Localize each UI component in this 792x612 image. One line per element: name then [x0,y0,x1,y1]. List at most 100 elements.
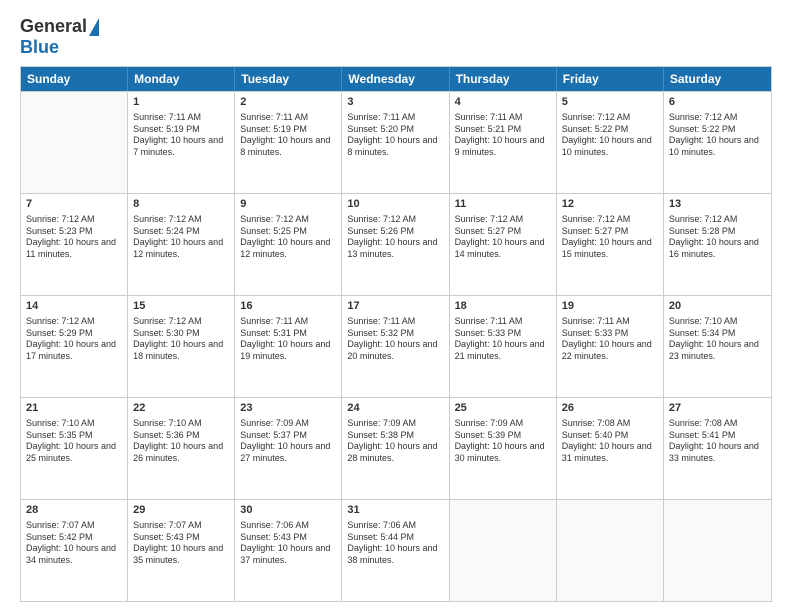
calendar-cell [450,500,557,601]
day-info: Sunrise: 7:11 AMSunset: 5:21 PMDaylight:… [455,112,551,159]
header-day-thursday: Thursday [450,67,557,91]
logo-icon [89,18,99,36]
day-info: Sunrise: 7:11 AMSunset: 5:31 PMDaylight:… [240,316,336,363]
day-number: 24 [347,401,443,416]
header-day-saturday: Saturday [664,67,771,91]
calendar-cell: 6 Sunrise: 7:12 AMSunset: 5:22 PMDaylight… [664,92,771,193]
day-info: Sunrise: 7:10 AMSunset: 5:36 PMDaylight:… [133,418,229,465]
day-info: Sunrise: 7:11 AMSunset: 5:20 PMDaylight:… [347,112,443,159]
calendar-cell: 2 Sunrise: 7:11 AMSunset: 5:19 PMDaylight… [235,92,342,193]
day-info: Sunrise: 7:12 AMSunset: 5:25 PMDaylight:… [240,214,336,261]
day-info: Sunrise: 7:11 AMSunset: 5:33 PMDaylight:… [562,316,658,363]
calendar-cell: 20Sunrise: 7:10 AMSunset: 5:34 PMDayligh… [664,296,771,397]
day-info: Sunrise: 7:09 AMSunset: 5:39 PMDaylight:… [455,418,551,465]
day-number: 1 [133,95,229,110]
calendar-cell: 16 Sunrise: 7:11 AMSunset: 5:31 PMDayligh… [235,296,342,397]
day-info: Sunrise: 7:06 AMSunset: 5:44 PMDaylight:… [347,520,443,567]
calendar-cell: 7 Sunrise: 7:12 AMSunset: 5:23 PMDaylight… [21,194,128,295]
day-info: Sunrise: 7:10 AMSunset: 5:34 PMDaylight:… [669,316,766,363]
day-info: Sunrise: 7:09 AMSunset: 5:37 PMDaylight:… [240,418,336,465]
calendar-cell: 4 Sunrise: 7:11 AMSunset: 5:21 PMDaylight… [450,92,557,193]
day-number: 10 [347,197,443,212]
day-info: Sunrise: 7:07 AMSunset: 5:43 PMDaylight:… [133,520,229,567]
header-day-wednesday: Wednesday [342,67,449,91]
day-number: 8 [133,197,229,212]
calendar-cell: 19 Sunrise: 7:11 AMSunset: 5:33 PMDayligh… [557,296,664,397]
calendar-cell: 9 Sunrise: 7:12 AMSunset: 5:25 PMDaylight… [235,194,342,295]
day-number: 4 [455,95,551,110]
day-number: 30 [240,503,336,518]
day-info: Sunrise: 7:07 AMSunset: 5:42 PMDaylight:… [26,520,122,567]
day-info: Sunrise: 7:12 AMSunset: 5:27 PMDaylight:… [562,214,658,261]
day-number: 9 [240,197,336,212]
page: General Blue SundayMondayTuesdayWednesda… [0,0,792,612]
day-info: Sunrise: 7:11 AMSunset: 5:19 PMDaylight:… [240,112,336,159]
header-day-friday: Friday [557,67,664,91]
calendar-week-5: 28Sunrise: 7:07 AMSunset: 5:42 PMDayligh… [21,499,771,601]
day-number: 29 [133,503,229,518]
calendar-cell: 27Sunrise: 7:08 AMSunset: 5:41 PMDayligh… [664,398,771,499]
calendar-cell: 28Sunrise: 7:07 AMSunset: 5:42 PMDayligh… [21,500,128,601]
day-info: Sunrise: 7:12 AMSunset: 5:22 PMDaylight:… [669,112,766,159]
header: General Blue [20,16,772,58]
day-info: Sunrise: 7:11 AMSunset: 5:19 PMDaylight:… [133,112,229,159]
day-info: Sunrise: 7:12 AMSunset: 5:29 PMDaylight:… [26,316,122,363]
calendar-week-2: 7 Sunrise: 7:12 AMSunset: 5:23 PMDaylight… [21,193,771,295]
logo: General Blue [20,16,99,58]
day-number: 17 [347,299,443,314]
day-number: 14 [26,299,122,314]
day-number: 18 [455,299,551,314]
day-number: 7 [26,197,122,212]
header-day-tuesday: Tuesday [235,67,342,91]
day-info: Sunrise: 7:06 AMSunset: 5:43 PMDaylight:… [240,520,336,567]
calendar-cell: 10 Sunrise: 7:12 AMSunset: 5:26 PMDayligh… [342,194,449,295]
calendar-cell: 5Sunrise: 7:12 AMSunset: 5:22 PMDaylight… [557,92,664,193]
day-number: 11 [455,197,551,212]
day-number: 21 [26,401,122,416]
day-number: 23 [240,401,336,416]
calendar-cell: 12 Sunrise: 7:12 AMSunset: 5:27 PMDayligh… [557,194,664,295]
day-info: Sunrise: 7:12 AMSunset: 5:28 PMDaylight:… [669,214,766,261]
calendar-cell: 24Sunrise: 7:09 AMSunset: 5:38 PMDayligh… [342,398,449,499]
calendar-cell: 17Sunrise: 7:11 AMSunset: 5:32 PMDayligh… [342,296,449,397]
day-info: Sunrise: 7:12 AMSunset: 5:30 PMDaylight:… [133,316,229,363]
day-info: Sunrise: 7:12 AMSunset: 5:26 PMDaylight:… [347,214,443,261]
calendar-cell: 25 Sunrise: 7:09 AMSunset: 5:39 PMDayligh… [450,398,557,499]
day-number: 13 [669,197,766,212]
day-number: 19 [562,299,658,314]
calendar-cell: 29 Sunrise: 7:07 AMSunset: 5:43 PMDayligh… [128,500,235,601]
calendar-cell [21,92,128,193]
calendar-cell: 22 Sunrise: 7:10 AMSunset: 5:36 PMDayligh… [128,398,235,499]
calendar-cell: 23 Sunrise: 7:09 AMSunset: 5:37 PMDayligh… [235,398,342,499]
day-info: Sunrise: 7:12 AMSunset: 5:27 PMDaylight:… [455,214,551,261]
calendar-cell [664,500,771,601]
day-info: Sunrise: 7:08 AMSunset: 5:40 PMDaylight:… [562,418,658,465]
day-number: 31 [347,503,443,518]
day-number: 2 [240,95,336,110]
calendar-cell: 21Sunrise: 7:10 AMSunset: 5:35 PMDayligh… [21,398,128,499]
header-day-sunday: Sunday [21,67,128,91]
calendar-week-1: 1 Sunrise: 7:11 AMSunset: 5:19 PMDaylight… [21,91,771,193]
day-number: 26 [562,401,658,416]
day-info: Sunrise: 7:12 AMSunset: 5:23 PMDaylight:… [26,214,122,261]
day-number: 22 [133,401,229,416]
calendar-cell: 3 Sunrise: 7:11 AMSunset: 5:20 PMDaylight… [342,92,449,193]
day-number: 12 [562,197,658,212]
calendar-header: SundayMondayTuesdayWednesdayThursdayFrid… [21,67,771,91]
day-number: 15 [133,299,229,314]
calendar-cell: 14 Sunrise: 7:12 AMSunset: 5:29 PMDayligh… [21,296,128,397]
calendar: SundayMondayTuesdayWednesdayThursdayFrid… [20,66,772,602]
day-number: 3 [347,95,443,110]
calendar-cell [557,500,664,601]
logo-general: General [20,16,87,37]
day-info: Sunrise: 7:12 AMSunset: 5:24 PMDaylight:… [133,214,229,261]
calendar-cell: 8 Sunrise: 7:12 AMSunset: 5:24 PMDaylight… [128,194,235,295]
calendar-body: 1 Sunrise: 7:11 AMSunset: 5:19 PMDaylight… [21,91,771,601]
day-number: 6 [669,95,766,110]
logo-blue: Blue [20,37,59,58]
calendar-cell: 1 Sunrise: 7:11 AMSunset: 5:19 PMDaylight… [128,92,235,193]
calendar-week-4: 21Sunrise: 7:10 AMSunset: 5:35 PMDayligh… [21,397,771,499]
day-number: 16 [240,299,336,314]
day-info: Sunrise: 7:12 AMSunset: 5:22 PMDaylight:… [562,112,658,159]
day-number: 25 [455,401,551,416]
